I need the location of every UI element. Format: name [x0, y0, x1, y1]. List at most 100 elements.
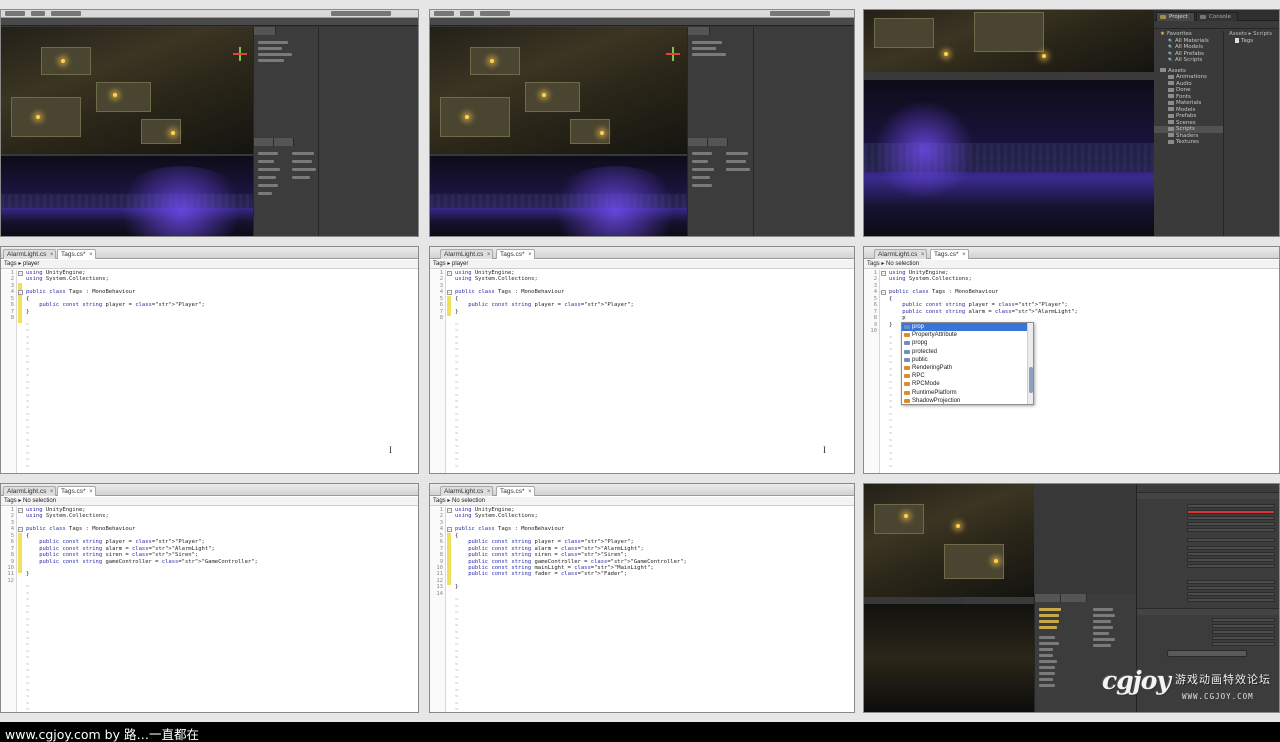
tab-tags[interactable]: Tags.cs* × — [496, 486, 535, 496]
breadcrumb[interactable]: Tags ▸ No selection — [864, 260, 1279, 269]
empty-line-marker: ~ — [455, 321, 459, 328]
tab-tags[interactable]: Tags.cs* × — [57, 249, 96, 259]
footer-credit-text: www.cgjoy.com by 路…一直都在 — [5, 727, 199, 742]
game-view — [1, 156, 253, 236]
game-view — [430, 156, 687, 236]
tab-project[interactable]: Project — [1156, 12, 1195, 21]
empty-line-marker: ~ — [889, 366, 893, 373]
breadcrumb[interactable]: Tags ▸ No selection — [1, 497, 418, 506]
fold-toggle-icon[interactable]: − — [18, 527, 23, 533]
tab-alarmlight[interactable]: AlarmLight.cs × — [440, 486, 494, 497]
text-cursor-icon: I — [389, 445, 392, 455]
empty-line-marker: ~ — [889, 424, 893, 431]
add-component-button[interactable] — [1167, 650, 1247, 657]
tab-console[interactable]: Console — [1196, 12, 1238, 21]
autocomplete-popup[interactable]: prop PropertyAttribute propg protected p… — [901, 322, 1034, 405]
empty-line-marker: ~ — [455, 655, 459, 662]
folder-item[interactable]: Textures — [1154, 139, 1223, 146]
tab-alarmlight[interactable]: AlarmLight.cs × — [3, 249, 57, 260]
autocomplete-item[interactable]: ShadowProjection — [902, 397, 1033, 404]
empty-line-marker: ~ — [26, 597, 30, 604]
close-icon[interactable]: × — [962, 250, 966, 260]
code-area[interactable]: using UnityEngine; using System.Collectio… — [455, 507, 854, 712]
autocomplete-item[interactable]: propg — [902, 339, 1033, 347]
scene-view[interactable] — [1, 27, 253, 154]
close-icon[interactable]: × — [50, 487, 54, 497]
close-icon[interactable]: × — [487, 250, 491, 260]
scene-gizmo-icon[interactable] — [666, 47, 680, 61]
empty-line-marker: ~ — [455, 687, 459, 694]
empty-line-marker: ~ — [26, 642, 30, 649]
empty-line-marker: ~ — [26, 340, 30, 347]
close-icon[interactable]: × — [89, 250, 93, 260]
fold-toggle-icon[interactable]: − — [881, 290, 886, 296]
empty-line-marker: ~ — [26, 694, 30, 701]
project-breadcrumb: Assets ▸ Scripts — [1229, 31, 1272, 37]
code-line[interactable] — [26, 578, 418, 584]
line-number-gutter: 12345678 — [430, 270, 446, 473]
close-icon[interactable]: × — [89, 487, 93, 497]
empty-line-marker: ~ — [26, 636, 30, 642]
project-panel — [253, 138, 318, 236]
code-area[interactable]: using UnityEngine; using System.Collectio… — [26, 507, 418, 712]
autocomplete-item[interactable]: public — [902, 356, 1033, 364]
tab-tags[interactable]: Tags.cs* × — [496, 249, 535, 259]
close-icon[interactable]: × — [50, 250, 54, 260]
tab-alarmlight[interactable]: AlarmLight.cs × — [3, 486, 57, 497]
autocomplete-item[interactable]: RenderingPath — [902, 364, 1033, 372]
autocomplete-item[interactable]: protected — [902, 348, 1033, 356]
empty-line-marker: ~ — [455, 392, 459, 399]
close-icon[interactable]: × — [528, 250, 532, 260]
empty-line-marker: ~ — [26, 706, 30, 713]
empty-line-marker: ~ — [26, 437, 30, 444]
code-area[interactable]: using UnityEngine; using System.Collectio… — [455, 270, 854, 473]
class-icon — [904, 333, 910, 338]
keyword-icon — [904, 357, 910, 362]
empty-line-marker: ~ — [26, 629, 30, 636]
autocomplete-item[interactable]: RPC — [902, 372, 1033, 380]
autocomplete-item[interactable]: PropertyAttribute — [902, 331, 1033, 339]
empty-line-marker: ~ — [455, 379, 459, 386]
breadcrumb[interactable]: Tags ▸ No selection — [430, 497, 854, 506]
code-line[interactable] — [455, 591, 854, 597]
tab-tags[interactable]: Tags.cs* × — [930, 249, 969, 259]
file-item[interactable]: Tags — [1225, 38, 1279, 45]
autocomplete-scrollbar[interactable] — [1027, 323, 1033, 404]
light-component-header[interactable] — [1137, 492, 1279, 499]
fold-toggle-icon[interactable]: − — [447, 527, 452, 533]
code-line[interactable] — [26, 315, 418, 321]
scene-view[interactable] — [864, 484, 1034, 597]
empty-line-marker: ~ — [455, 418, 459, 425]
script-component-header[interactable] — [1137, 608, 1279, 615]
close-icon[interactable]: × — [487, 487, 491, 497]
empty-line-marker: ~ — [26, 648, 30, 655]
code-area[interactable]: using UnityEngine; using System.Collectio… — [26, 270, 418, 473]
empty-line-marker: ~ — [889, 379, 893, 386]
tab-alarmlight[interactable]: AlarmLight.cs × — [874, 249, 928, 260]
scene-view[interactable] — [430, 27, 687, 154]
autocomplete-item[interactable]: RuntimePlatform — [902, 389, 1033, 397]
mac-menu-bar — [1, 10, 418, 18]
breadcrumb[interactable]: Tags ▸ player — [430, 260, 854, 269]
fold-toggle-icon[interactable]: − — [18, 290, 23, 296]
hierarchy-panel — [253, 27, 318, 138]
hierarchy-panel — [687, 27, 753, 138]
enum-icon — [904, 398, 910, 403]
fold-toggle-icon[interactable]: − — [447, 290, 452, 296]
empty-line-marker: ~ — [26, 463, 30, 470]
close-icon[interactable]: × — [528, 487, 532, 497]
empty-line-marker: ~ — [26, 681, 30, 688]
autocomplete-item[interactable]: prop — [902, 323, 1033, 332]
empty-line-marker: ~ — [455, 668, 459, 675]
scene-gizmo-icon[interactable] — [233, 47, 247, 61]
code-line[interactable] — [455, 315, 854, 321]
tab-tags[interactable]: Tags.cs* × — [57, 486, 96, 496]
project-panel — [687, 138, 753, 236]
autocomplete-item[interactable]: RPCMode — [902, 380, 1033, 388]
empty-line-marker: ~ — [26, 373, 30, 380]
close-icon[interactable]: × — [921, 250, 925, 260]
scene-view[interactable] — [864, 10, 1154, 72]
tab-alarmlight[interactable]: AlarmLight.cs × — [440, 249, 494, 260]
project-toolbar — [1154, 21, 1279, 29]
breadcrumb[interactable]: Tags ▸ player — [1, 260, 418, 269]
